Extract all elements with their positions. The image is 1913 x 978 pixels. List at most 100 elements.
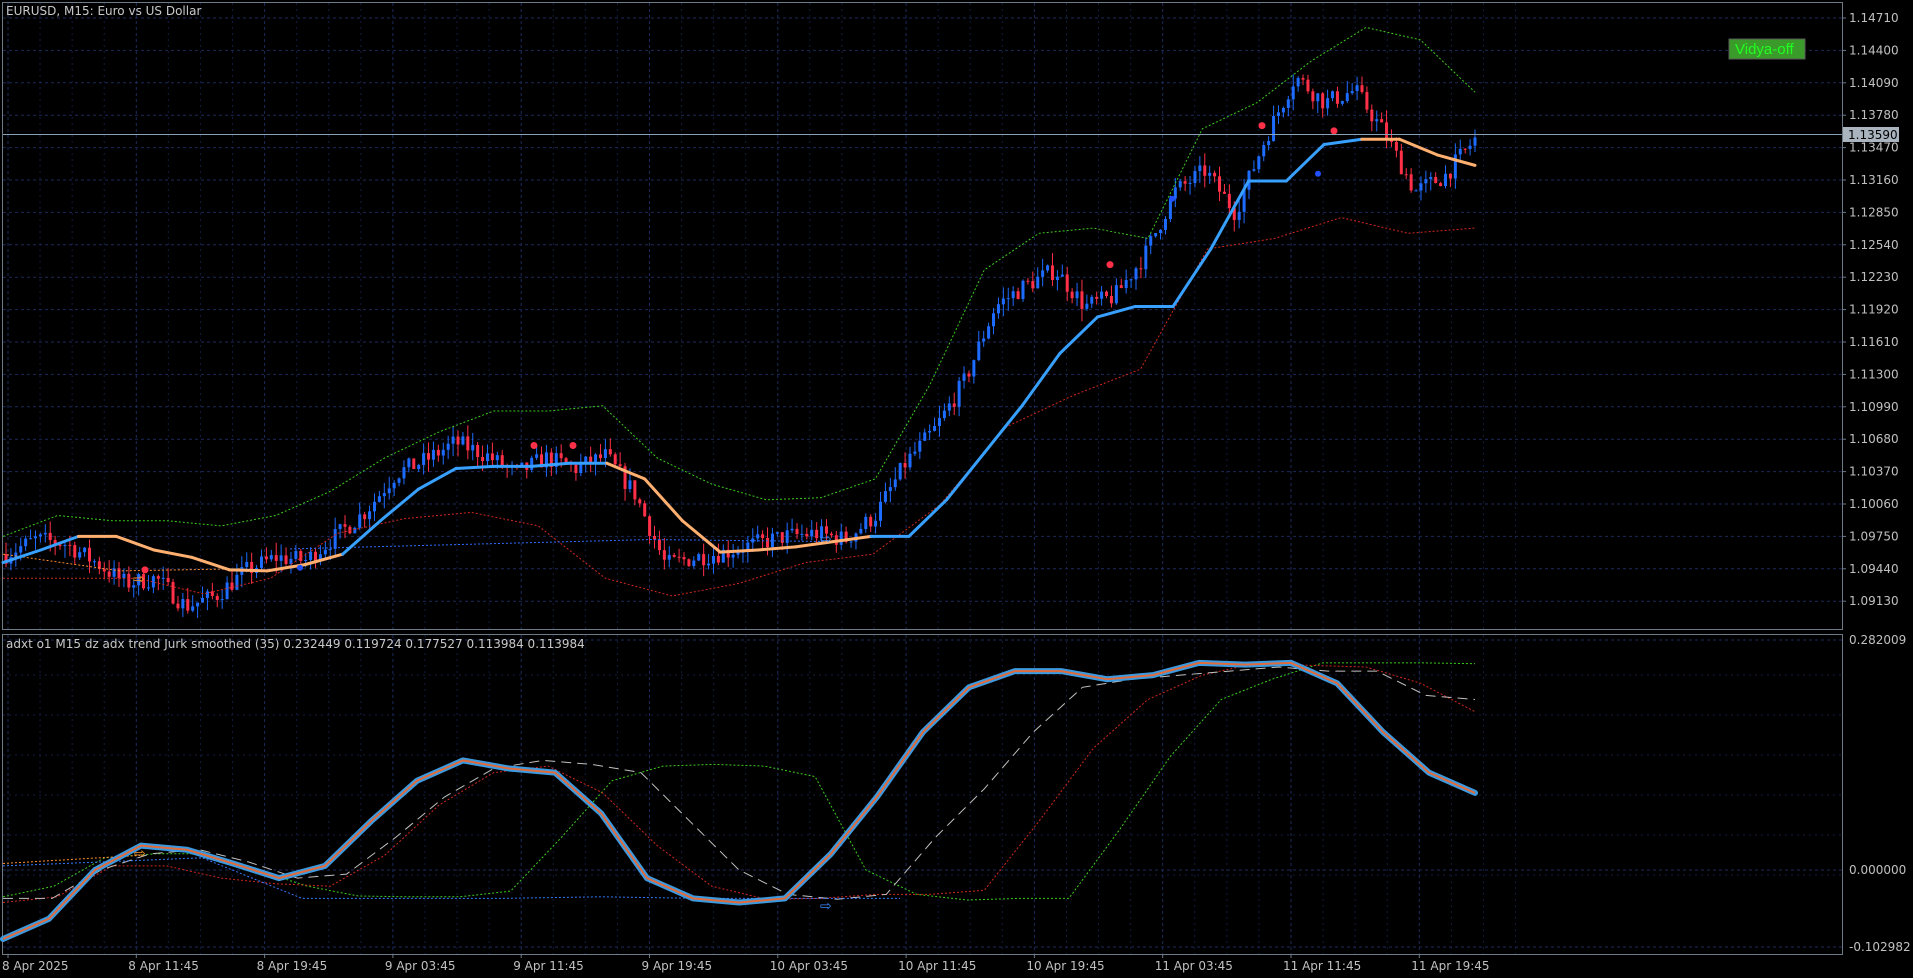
candle-body bbox=[201, 598, 205, 603]
candle-body bbox=[1409, 174, 1413, 191]
sell-signal-dot bbox=[1258, 122, 1266, 130]
candle-body bbox=[1193, 171, 1197, 183]
price-label: 1.09750 bbox=[1849, 529, 1899, 543]
current-price-label: 1.13590 bbox=[1848, 128, 1898, 142]
candle-body bbox=[1129, 279, 1133, 281]
candle-body bbox=[1149, 236, 1153, 246]
candle-body bbox=[1439, 183, 1443, 186]
candle-body bbox=[667, 555, 671, 560]
candle-body bbox=[358, 514, 362, 528]
candle-body bbox=[476, 444, 480, 458]
candle-body bbox=[579, 463, 583, 474]
candle-body bbox=[839, 531, 843, 545]
candle-body bbox=[1311, 91, 1315, 102]
candle-body bbox=[1345, 93, 1349, 102]
candle-body bbox=[225, 582, 229, 600]
candle-body bbox=[338, 524, 342, 530]
candle-body bbox=[657, 539, 661, 551]
candle-body bbox=[766, 537, 770, 548]
candle-body bbox=[1218, 176, 1222, 192]
candle-body bbox=[1198, 165, 1202, 172]
buy-signal-dot bbox=[297, 564, 303, 571]
candle-body bbox=[879, 501, 883, 521]
up-arrow-icon: ⇨ bbox=[820, 532, 832, 548]
price-label: 1.10680 bbox=[1849, 432, 1899, 446]
candle-body bbox=[1050, 265, 1054, 281]
candle-body bbox=[1041, 270, 1045, 277]
candle-body bbox=[1468, 145, 1472, 149]
candle-body bbox=[1335, 91, 1339, 104]
candle-body bbox=[1080, 291, 1084, 309]
candle-body bbox=[1399, 150, 1403, 175]
candle-body bbox=[1306, 79, 1310, 92]
candle-body bbox=[1444, 173, 1448, 186]
price-label: 1.10060 bbox=[1849, 497, 1899, 511]
candle-body bbox=[92, 561, 96, 563]
candle-body bbox=[933, 426, 937, 431]
candle-body bbox=[481, 457, 485, 462]
candle-body bbox=[1016, 291, 1020, 300]
price-label: 1.11300 bbox=[1849, 367, 1899, 381]
candle-body bbox=[196, 602, 200, 607]
candle-body bbox=[1453, 154, 1457, 179]
candle-body bbox=[711, 556, 715, 564]
candle-body bbox=[982, 338, 986, 342]
candle-body bbox=[1154, 233, 1158, 237]
candle-body bbox=[1355, 85, 1359, 92]
time-label: 8 Apr 11:45 bbox=[128, 959, 199, 973]
vidya-toggle-button[interactable]: Vidya-off bbox=[1728, 38, 1806, 60]
candle-body bbox=[618, 464, 622, 467]
candle-body bbox=[1119, 285, 1123, 289]
candle-body bbox=[702, 554, 706, 566]
candle-body bbox=[230, 582, 234, 590]
candle-body bbox=[220, 599, 224, 601]
candle-body bbox=[107, 571, 111, 577]
price-label: 1.12230 bbox=[1849, 270, 1899, 284]
candle-body bbox=[967, 373, 971, 377]
price-label: 1.10370 bbox=[1849, 465, 1899, 479]
candle-body bbox=[235, 574, 239, 590]
candle-body bbox=[1011, 291, 1015, 299]
time-label: 9 Apr 11:45 bbox=[513, 959, 584, 973]
price-label: 1.09130 bbox=[1849, 594, 1899, 608]
candle-body bbox=[456, 436, 460, 445]
price-label: 1.10990 bbox=[1849, 400, 1899, 414]
candle-body bbox=[1276, 112, 1280, 116]
time-label: 11 Apr 19:45 bbox=[1411, 959, 1489, 973]
candle-body bbox=[186, 599, 190, 611]
trading-chart[interactable]: 1.14710 1.14400 1.14090 1.13780 1.13470 1.131… bbox=[0, 0, 1913, 978]
vidya-segment bbox=[454, 464, 496, 470]
candle-body bbox=[422, 453, 426, 465]
candle-body bbox=[638, 499, 642, 504]
candle-body bbox=[176, 603, 180, 609]
candle-body bbox=[662, 550, 666, 560]
candle-body bbox=[957, 380, 961, 407]
indicator-title: adxt o1 M15 dz adx trend Jurk smoothed (… bbox=[6, 637, 585, 651]
candle-body bbox=[1109, 296, 1113, 304]
candle-body bbox=[1434, 176, 1438, 184]
candle-body bbox=[417, 464, 421, 470]
candle-body bbox=[1340, 101, 1344, 104]
candle-body bbox=[972, 360, 976, 377]
candle-body bbox=[33, 536, 37, 539]
adx-up-arrow-icon: ⇨ bbox=[820, 898, 832, 914]
candle-body bbox=[1134, 268, 1138, 280]
candle-body bbox=[775, 532, 779, 534]
candle-body bbox=[48, 532, 52, 541]
candle-body bbox=[996, 304, 1000, 314]
candle-body bbox=[633, 480, 637, 500]
candle-body bbox=[1188, 182, 1192, 184]
candle-body bbox=[869, 516, 873, 527]
candle-body bbox=[928, 430, 932, 433]
candle-body bbox=[495, 455, 499, 461]
candle-body bbox=[761, 534, 765, 538]
candle-body bbox=[304, 560, 308, 562]
vidya-segment bbox=[718, 548, 760, 554]
candle-body bbox=[1060, 274, 1064, 277]
candle-body bbox=[1414, 190, 1418, 192]
candle-body bbox=[328, 548, 332, 550]
candle-body bbox=[1237, 211, 1241, 220]
candle-body bbox=[1272, 115, 1276, 142]
candle-body bbox=[947, 403, 951, 411]
candle-body bbox=[1370, 109, 1374, 122]
